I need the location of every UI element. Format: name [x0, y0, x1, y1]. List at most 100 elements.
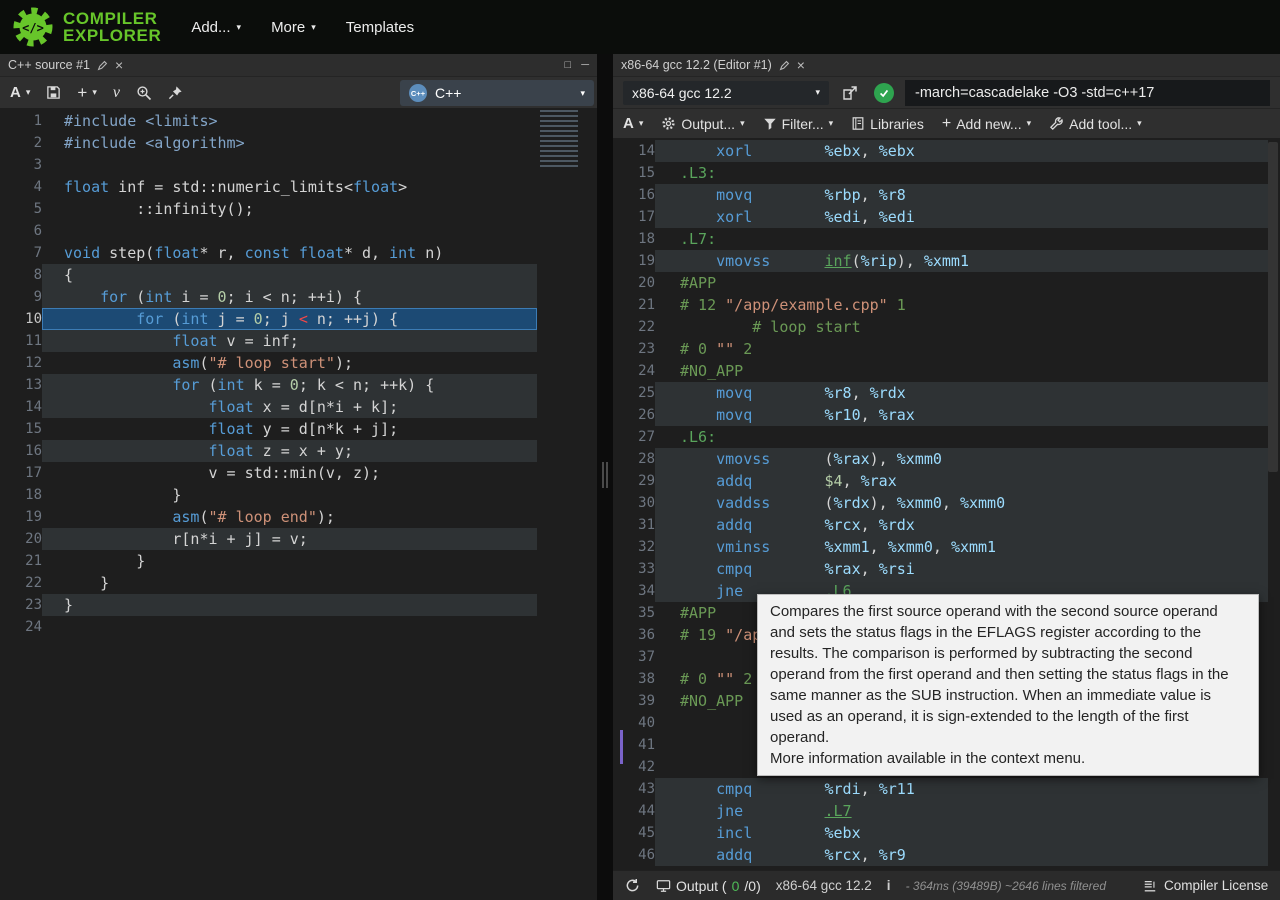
code-line-15[interactable]: 15 float y = d[n*k + j]; — [0, 418, 597, 440]
add-new-button[interactable]: + Add new...▾ — [942, 115, 1031, 133]
code-line-32[interactable]: 32 vminss %xmm1, %xmm0, %xmm1 — [613, 536, 1280, 558]
pane-resize-divider[interactable] — [597, 54, 613, 900]
chevron-down-icon: ▾ — [1027, 119, 1032, 128]
code-line-44[interactable]: 44 jne .L7 — [613, 800, 1280, 822]
info-icon[interactable]: i — [887, 878, 891, 893]
code-line-29[interactable]: 29 addq $4, %rax — [613, 470, 1280, 492]
nav-add-menu[interactable]: Add...▾ — [191, 19, 241, 36]
code-line-24[interactable]: 24#NO_APP — [613, 360, 1280, 382]
chevron-down-icon: ▾ — [639, 119, 644, 128]
compiler-license-button[interactable]: Compiler License — [1143, 878, 1268, 893]
filter-button[interactable]: Filter...▾ — [763, 116, 834, 132]
code-line-9[interactable]: 9 for (int i = 0; i < n; ++i) { — [0, 286, 597, 308]
close-icon[interactable]: × — [797, 58, 805, 72]
pin-button[interactable] — [168, 85, 183, 100]
code-line-1[interactable]: 1#include <limits> — [0, 110, 597, 132]
code-line-18[interactable]: 18.L7: — [613, 228, 1280, 250]
code-line-11[interactable]: 11 float v = inf; — [0, 330, 597, 352]
code-line-26[interactable]: 26 movq %r10, %rax — [613, 404, 1280, 426]
code-line-16[interactable]: 16 float z = x + y; — [0, 440, 597, 462]
nav-templates[interactable]: Templates — [346, 19, 414, 36]
code-line-30[interactable]: 30 vaddss (%rdx), %xmm0, %xmm0 — [613, 492, 1280, 514]
code-line-17[interactable]: 17 xorl %edi, %edi — [613, 206, 1280, 228]
add-tool-button[interactable]: Add tool...▾ — [1049, 116, 1142, 132]
code-line-24[interactable]: 24 — [0, 616, 597, 638]
code-line-8[interactable]: 8{ — [0, 264, 597, 286]
line-content: cmpq %rax, %rsi — [655, 558, 1268, 580]
font-size-button[interactable]: A▾ — [623, 115, 643, 132]
code-line-5[interactable]: 5 ::infinity(); — [0, 198, 597, 220]
gear-icon — [661, 116, 676, 131]
output-options-button[interactable]: Output...▾ — [661, 116, 744, 132]
line-number: 21 — [613, 294, 655, 316]
source-code-editor[interactable]: 1#include <limits>2#include <algorithm>3… — [0, 108, 597, 900]
zoom-button[interactable] — [136, 85, 152, 101]
code-line-19[interactable]: 19 asm("# loop end"); — [0, 506, 597, 528]
compiler-options-input[interactable] — [905, 80, 1270, 106]
line-number: 3 — [0, 154, 42, 176]
libraries-button[interactable]: Libraries — [851, 116, 924, 132]
code-line-7[interactable]: 7void step(float* r, const float* d, int… — [0, 242, 597, 264]
code-line-18[interactable]: 18 } — [0, 484, 597, 506]
chevron-down-icon: ▾ — [26, 88, 31, 97]
compiler-select[interactable]: x86-64 gcc 12.2 ▾ — [623, 81, 829, 105]
line-number: 17 — [0, 462, 42, 484]
code-line-12[interactable]: 12 asm("# loop start"); — [0, 352, 597, 374]
code-line-17[interactable]: 17 v = std::min(v, z); — [0, 462, 597, 484]
save-button[interactable] — [46, 85, 61, 100]
output-ok-count: 0 — [732, 878, 740, 894]
rename-pencil-icon[interactable] — [97, 60, 108, 71]
code-line-23[interactable]: 23# 0 "" 2 — [613, 338, 1280, 360]
add-pane-button[interactable]: +▾ — [77, 83, 96, 103]
code-line-19[interactable]: 19 vmovss inf(%rip), %xmm1 — [613, 250, 1280, 272]
code-line-3[interactable]: 3 — [0, 154, 597, 176]
minimap[interactable] — [540, 110, 578, 168]
code-line-46[interactable]: 46 addq %rcx, %r9 — [613, 844, 1280, 866]
rename-pencil-icon[interactable] — [779, 60, 790, 71]
vim-mode-button[interactable]: v — [113, 84, 120, 102]
code-line-22[interactable]: 22 } — [0, 572, 597, 594]
compiler-tab-title[interactable]: x86-64 gcc 12.2 (Editor #1) — [621, 58, 772, 72]
code-line-31[interactable]: 31 addq %rcx, %rdx — [613, 514, 1280, 536]
code-line-14[interactable]: 14 xorl %ebx, %ebx — [613, 140, 1280, 162]
code-line-21[interactable]: 21# 12 "/app/example.cpp" 1 — [613, 294, 1280, 316]
code-line-16[interactable]: 16 movq %rbp, %r8 — [613, 184, 1280, 206]
code-line-2[interactable]: 2#include <algorithm> — [0, 132, 597, 154]
source-tab-title[interactable]: C++ source #1 — [8, 58, 90, 72]
maximize-pane-icon[interactable]: □ — [565, 59, 572, 71]
vertical-scrollbar[interactable] — [1268, 142, 1278, 472]
code-line-4[interactable]: 4float inf = std::numeric_limits<float> — [0, 176, 597, 198]
output-log-button[interactable]: Output (0/0) — [656, 878, 761, 894]
line-number: 22 — [0, 572, 42, 594]
compiler-explorer-logo[interactable]: </> COMPILER EXPLORER — [12, 6, 161, 48]
compile-status-button[interactable] — [871, 81, 897, 105]
line-content: # 12 "/app/example.cpp" 1 — [655, 294, 1268, 316]
close-icon[interactable]: × — [115, 58, 123, 72]
line-number: 36 — [613, 624, 655, 646]
nav-more-menu[interactable]: More▾ — [271, 19, 316, 36]
code-line-23[interactable]: 23} — [0, 594, 597, 616]
line-content: addq %rcx, %r9 — [655, 844, 1268, 866]
language-select[interactable]: C++ C++ ▾ — [400, 80, 594, 106]
code-line-21[interactable]: 21 } — [0, 550, 597, 572]
code-line-28[interactable]: 28 vmovss (%rax), %xmm0 — [613, 448, 1280, 470]
code-line-43[interactable]: 43 cmpq %rdi, %r11 — [613, 778, 1280, 800]
line-content: #include <limits> — [42, 110, 537, 132]
refresh-icon — [625, 878, 640, 893]
code-line-20[interactable]: 20 r[n*i + j] = v; — [0, 528, 597, 550]
collapse-pane-icon[interactable]: ─ — [581, 59, 589, 71]
open-compiler-site-button[interactable] — [837, 81, 863, 105]
code-line-6[interactable]: 6 — [0, 220, 597, 242]
code-line-14[interactable]: 14 float x = d[n*i + k]; — [0, 396, 597, 418]
code-line-10[interactable]: 10 for (int j = 0; j < n; ++j) { — [0, 308, 597, 330]
code-line-22[interactable]: 22 # loop start — [613, 316, 1280, 338]
code-line-15[interactable]: 15.L3: — [613, 162, 1280, 184]
code-line-33[interactable]: 33 cmpq %rax, %rsi — [613, 558, 1280, 580]
code-line-13[interactable]: 13 for (int k = 0; k < n; ++k) { — [0, 374, 597, 396]
font-size-button[interactable]: A▾ — [10, 84, 30, 101]
code-line-45[interactable]: 45 incl %ebx — [613, 822, 1280, 844]
code-line-20[interactable]: 20#APP — [613, 272, 1280, 294]
code-line-25[interactable]: 25 movq %r8, %rdx — [613, 382, 1280, 404]
recompile-button[interactable] — [623, 874, 641, 898]
code-line-27[interactable]: 27.L6: — [613, 426, 1280, 448]
